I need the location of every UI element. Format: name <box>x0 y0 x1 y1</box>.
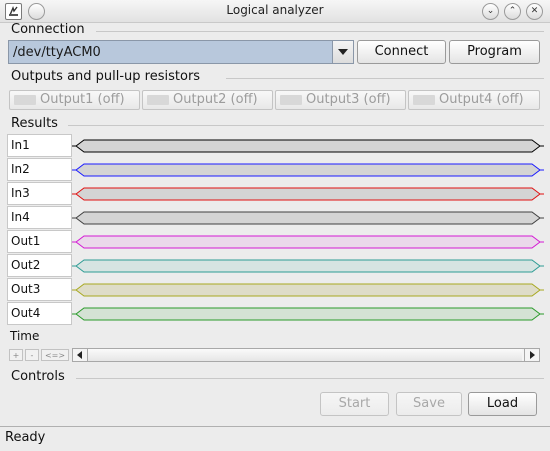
signal-label-in2: In2 <box>7 158 72 181</box>
signal-label-in1: In1 <box>7 134 72 157</box>
toggle-icon <box>413 95 435 105</box>
trace-in1 <box>72 139 544 153</box>
close-button[interactable]: ✕ <box>526 3 543 20</box>
toggle-icon <box>14 95 36 105</box>
signal-label-in4: In4 <box>7 206 72 229</box>
scrollbar-thumb[interactable] <box>88 349 522 361</box>
title-bar: Logical analyzer ⌄ ⌃ ✕ <box>0 0 550 23</box>
output4-label: Output4 (off) <box>439 92 524 107</box>
controls-separator <box>76 378 544 379</box>
output1-toggle[interactable]: Output1 (off) <box>9 90 140 110</box>
scroll-right-icon[interactable] <box>524 349 539 361</box>
port-value: /dev/ttyACM0 <box>13 45 101 60</box>
toggle-icon <box>280 95 302 105</box>
chevron-down-icon[interactable] <box>332 41 353 63</box>
signal-label-out4: Out4 <box>7 302 72 325</box>
controls-group-label: Controls <box>11 369 65 384</box>
signal-label-out2: Out2 <box>7 254 72 277</box>
trace-in3 <box>72 187 544 201</box>
load-button[interactable]: Load <box>468 392 537 416</box>
trace-in4 <box>72 211 544 225</box>
outputs-separator <box>226 78 544 79</box>
zoom-in-button[interactable]: + <box>9 349 23 361</box>
maximize-button[interactable]: ⌃ <box>504 3 521 20</box>
trace-out4 <box>72 307 544 321</box>
zoom-fit-button[interactable]: <=> <box>41 349 69 361</box>
time-scrollbar[interactable] <box>72 348 540 362</box>
signal-label-out1: Out1 <box>7 230 72 253</box>
connection-separator <box>96 31 544 32</box>
start-button[interactable]: Start <box>320 392 389 416</box>
time-label: Time <box>10 329 40 343</box>
results-separator <box>68 125 544 126</box>
connect-button[interactable]: Connect <box>357 40 446 64</box>
toggle-icon <box>147 95 169 105</box>
trace-in2 <box>72 163 544 177</box>
output2-toggle[interactable]: Output2 (off) <box>142 90 273 110</box>
trace-out2 <box>72 259 544 273</box>
port-combo[interactable]: /dev/ttyACM0 <box>8 40 354 64</box>
scroll-left-icon[interactable] <box>73 349 88 361</box>
window-title: Logical analyzer <box>226 3 324 17</box>
output3-toggle[interactable]: Output3 (off) <box>275 90 406 110</box>
trace-out1 <box>72 235 544 249</box>
outputs-group-label: Outputs and pull-up resistors <box>11 69 201 84</box>
status-bar: Ready <box>0 426 550 451</box>
signal-label-out3: Out3 <box>7 278 72 301</box>
zoom-out-button[interactable]: - <box>25 349 39 361</box>
save-button[interactable]: Save <box>396 392 462 416</box>
output4-toggle[interactable]: Output4 (off) <box>408 90 540 110</box>
signal-label-in3: In3 <box>7 182 72 205</box>
status-text: Ready <box>5 430 46 445</box>
signal-traces[interactable] <box>72 134 544 326</box>
results-group-label: Results <box>11 116 58 131</box>
output1-label: Output1 (off) <box>40 92 125 107</box>
output2-label: Output2 (off) <box>173 92 258 107</box>
trace-out3 <box>72 283 544 297</box>
connection-group-label: Connection <box>11 22 85 37</box>
minimize-button[interactable]: ⌄ <box>482 3 499 20</box>
output3-label: Output3 (off) <box>306 92 391 107</box>
program-button[interactable]: Program <box>449 40 540 64</box>
